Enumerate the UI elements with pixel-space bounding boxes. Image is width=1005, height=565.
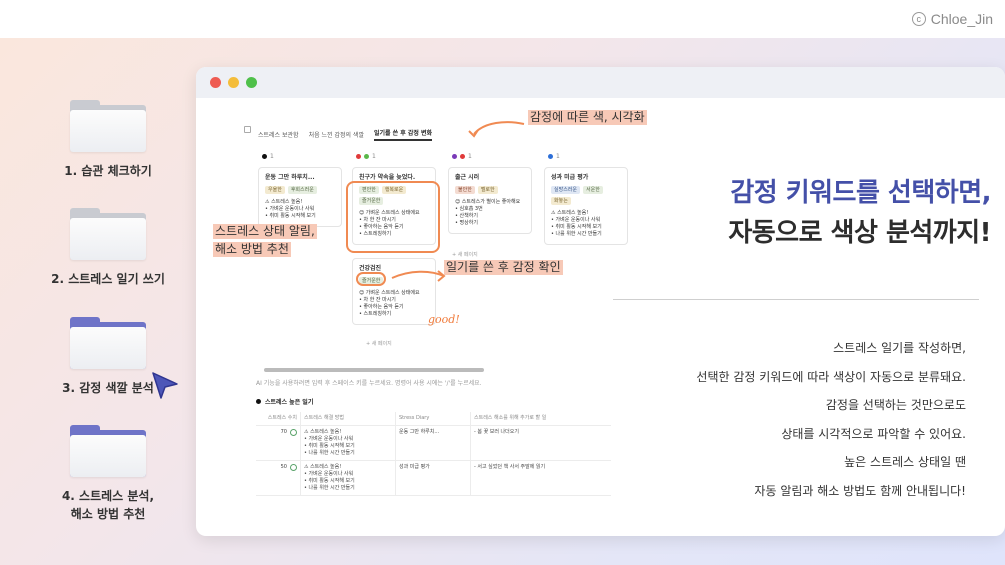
- folder-icon: [70, 425, 146, 477]
- todo-cell[interactable]: - 봄 꽃 보러 나더오기: [471, 426, 596, 460]
- table-row[interactable]: 70 ⚠ 스트레스 높음! • 가벼운 운동이나 사워 • 취미 활동 시작해 보기…: [256, 426, 611, 461]
- diary-cell[interactable]: 성과 미급 평가: [396, 461, 471, 495]
- folder-icon: [70, 208, 146, 260]
- card-line: 😊 가벼운 스트레스 상태에요: [359, 290, 420, 296]
- folder-label: 4. 스트레스 분석, 해소 방법 추천: [61, 489, 155, 521]
- divider: [613, 299, 979, 300]
- table-header[interactable]: Stress Diary: [396, 412, 471, 425]
- top-bar: c Chloe_Jin: [0, 0, 1005, 38]
- card-line: • 가벼운 운동이나 사워: [265, 206, 315, 212]
- good-annotation: good!: [428, 313, 460, 326]
- emotion-tag: 화놓는: [551, 197, 571, 205]
- progress-ring-icon: [290, 429, 297, 436]
- database-icon: [256, 399, 261, 404]
- progress-ring-icon: [290, 464, 297, 471]
- column-head: 1: [548, 153, 560, 160]
- database-title: 스트레스 높은 일기: [256, 397, 313, 406]
- diary-card[interactable]: 운동 그만 하루치... 우울한 후회스러운 ⚠ 스트레스 높음! • 가벼운 운…: [258, 167, 342, 227]
- highlight-circle: [356, 272, 386, 286]
- column-head: 1: [356, 153, 376, 160]
- table-header[interactable]: 스트레스 수치: [256, 412, 301, 425]
- cursor-icon: [152, 372, 178, 399]
- card-line: • 가벼운 운동이나 사워: [551, 217, 601, 223]
- brand-name: Chloe_Jin: [930, 11, 993, 27]
- card-line: • 나를 위한 시간 만들기: [551, 231, 602, 237]
- window-chrome: [196, 67, 1005, 98]
- folder-label: 1. 습관 체크하기: [64, 164, 152, 178]
- column-head: 1: [262, 153, 274, 160]
- emotion-tag: 멜로한: [477, 186, 498, 194]
- folder-stress-diary[interactable]: 2. 스트레스 일기 쓰기: [20, 208, 196, 288]
- card-line: • 좋아하는 음악 듣기: [359, 304, 404, 310]
- table-header[interactable]: 스트레스 해결 방법: [301, 412, 396, 425]
- copyright-icon: c: [911, 12, 926, 26]
- todo-cell[interactable]: - 서고 싶었던 책 사서 주말에 읽기: [471, 461, 596, 495]
- checkbox-icon[interactable]: [244, 126, 251, 133]
- callout-color-visualization: 감정에 따른 색, 시각화: [528, 110, 647, 125]
- callout-after-diary: 일기를 쓴 후 감정 확인: [444, 260, 563, 275]
- table-header-row: 스트레스 수치 스트레스 해결 방법 Stress Diary 스트레스 해소를…: [256, 412, 611, 426]
- card-title: 친구가 약속을 늦었다.: [359, 174, 416, 181]
- diary-cell[interactable]: 운동 그만 하루치...: [396, 426, 471, 460]
- tab-emotion-change[interactable]: 일기를 쓴 후 감정 변화: [373, 128, 433, 141]
- folder-icon: [70, 317, 146, 369]
- column-head: 1: [452, 153, 472, 160]
- score-cell: 70: [256, 426, 301, 460]
- card-line: • 심호흡 3번: [455, 206, 483, 212]
- card-line: • 차 한 잔 마시기: [359, 297, 396, 303]
- card-title: 운동 그만 하루치...: [265, 174, 315, 181]
- stress-table: 스트레스 수치 스트레스 해결 방법 Stress Diary 스트레스 해소를…: [256, 412, 611, 496]
- callout-stress-solution: 해소 방법 추천: [213, 242, 291, 257]
- arrow-icon: [468, 121, 525, 138]
- folder-icon: [70, 100, 146, 152]
- tab-stress-archive[interactable]: 스트레스 보관함: [258, 130, 299, 139]
- description: 스트레스 일기를 작성하면, 선택한 감정 키워드에 따라 색상이 자동으로 분…: [696, 341, 966, 498]
- horizontal-scrollbar[interactable]: [264, 368, 484, 372]
- view-tabs: 스트레스 보관함 처음 느낀 감정의 색깔 일기를 쓴 후 감정 변화: [258, 128, 433, 141]
- emotion-tag: 서운한: [583, 186, 603, 194]
- arrow-icon: [391, 270, 446, 282]
- emotion-tag: 우울한: [265, 186, 285, 194]
- card-line: • 취미 활동 시작해 보기: [551, 224, 602, 230]
- score-cell: 50: [256, 461, 301, 495]
- add-page-button[interactable]: + 새 페이지: [452, 251, 478, 258]
- app-window: 스트레스 보관함 처음 느낀 감정의 색깔 일기를 쓴 후 감정 변화 1 1 …: [196, 67, 1005, 536]
- highlight-circle: [346, 181, 440, 253]
- card-line: • 산책하기: [455, 213, 478, 219]
- callout-stress-alert: 스트레스 상태 알림,: [213, 224, 317, 239]
- solution-cell: ⚠ 스트레스 높음! • 가벼운 운동이나 사워 • 취미 활동 시작해 보기 • 나…: [301, 461, 396, 495]
- minimize-dot-icon[interactable]: [228, 77, 239, 88]
- folder-label: 2. 스트레스 일기 쓰기: [51, 272, 165, 286]
- brand: c Chloe_Jin: [911, 11, 993, 27]
- solution-cell: ⚠ 스트레스 높음! • 가벼운 운동이나 사워 • 취미 활동 시작해 보기 • 나…: [301, 426, 396, 460]
- table-header[interactable]: 스트레스 해소를 위해 추가로 할 일: [471, 412, 596, 425]
- emotion-tag: 실망스러운: [551, 186, 581, 194]
- card-line: • 명상하기: [455, 220, 478, 226]
- card-line: 😊 스트레스가 별이는 좋아해요: [455, 199, 521, 205]
- add-page-button[interactable]: + 새 페이지: [366, 340, 392, 347]
- table-row[interactable]: 50 ⚠ 스트레스 높음! • 가벼운 운동이나 사워 • 취미 활동 시작해 보기…: [256, 461, 611, 496]
- tab-first-emotion[interactable]: 처음 느낀 감정의 색깔: [309, 130, 364, 139]
- headline: 감정 키워드를 선택하면, 자동으로 색상 분석까지!: [728, 178, 991, 248]
- diary-card[interactable]: 성과 미급 평가 실망스러운 서운한화놓는 ⚠ 스트레스 높음! • 가벼운 운동…: [544, 167, 628, 245]
- card-title: 출근 시러: [455, 174, 480, 181]
- maximize-dot-icon[interactable]: [246, 77, 257, 88]
- emotion-tag: 불안한: [455, 186, 475, 194]
- card-line: • 스트레칭하기: [359, 311, 392, 317]
- emotion-tag: 후회스러운: [287, 186, 317, 194]
- card-title: 성과 미급 평가: [551, 174, 589, 181]
- diary-card[interactable]: 출근 시러 불안한 멜로한 😊 스트레스가 별이는 좋아해요 • 심호흡 3번 •…: [448, 167, 532, 234]
- folder-habit-check[interactable]: 1. 습관 체크하기: [20, 100, 196, 180]
- card-line: ⚠ 스트레스 높음!: [265, 199, 303, 205]
- card-line: • 취미 활동 시작해 보기: [265, 213, 316, 219]
- card-line: ⚠ 스트레스 높음!: [551, 210, 589, 216]
- folder-stress-analysis[interactable]: 4. 스트레스 분석, 해소 방법 추천: [20, 425, 196, 523]
- ai-hint: AI 기능을 사용하려면 입력 후 스페이스 키를 누르세요. 명령어 사용 시…: [256, 380, 482, 387]
- close-dot-icon[interactable]: [210, 77, 221, 88]
